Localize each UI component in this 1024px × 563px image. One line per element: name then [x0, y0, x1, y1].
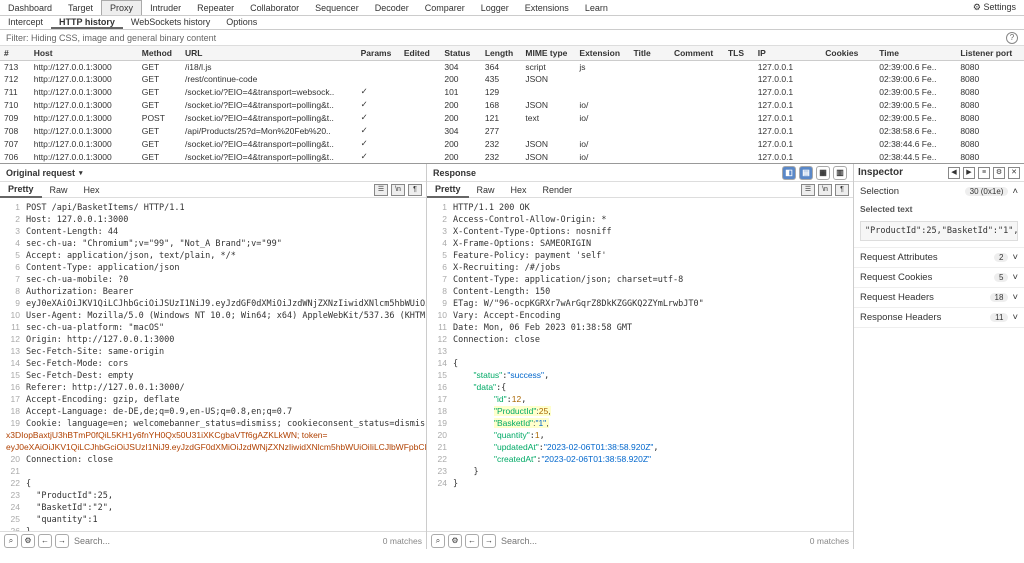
sub-tab-http-history[interactable]: HTTP history: [51, 16, 123, 29]
col-status[interactable]: Status: [440, 46, 481, 61]
col-[interactable]: #: [0, 46, 30, 61]
response-search-input[interactable]: [499, 534, 807, 548]
col-ip[interactable]: IP: [754, 46, 822, 61]
chevron-down-icon[interactable]: ▾: [79, 169, 83, 177]
col-edited[interactable]: Edited: [400, 46, 441, 61]
top-tab-proxy[interactable]: Proxy: [101, 0, 142, 15]
info-icon[interactable]: ?: [1006, 32, 1018, 44]
response-editor[interactable]: 1HTTP/1.1 200 OK 2Access-Control-Allow-O…: [427, 198, 853, 531]
request-title: Original request: [6, 168, 75, 178]
gear-icon[interactable]: ⚙: [993, 167, 1005, 179]
table-row[interactable]: 706http://127.0.0.1:3000GET/socket.io/?E…: [0, 150, 1024, 163]
col-mimetype[interactable]: MIME type: [521, 46, 575, 61]
table-row[interactable]: 711http://127.0.0.1:3000GET/socket.io/?E…: [0, 85, 1024, 98]
collapse-right-icon[interactable]: ▶: [963, 167, 975, 179]
col-method[interactable]: Method: [138, 46, 181, 61]
col-time[interactable]: Time: [875, 46, 956, 61]
view-mode-b[interactable]: \n: [391, 184, 405, 196]
inspector-section[interactable]: Request Headers18˅: [854, 288, 1024, 307]
sub-tabs: InterceptHTTP historyWebSockets historyO…: [0, 16, 1024, 30]
top-tab-comparer[interactable]: Comparer: [417, 1, 473, 15]
panel-tab-render[interactable]: Render: [535, 183, 581, 197]
inspector-selection[interactable]: Selection 30 (0x1e) ˄: [854, 182, 1024, 201]
col-comment[interactable]: Comment: [670, 46, 724, 61]
request-matches: 0 matches: [383, 536, 422, 546]
col-params[interactable]: Params: [357, 46, 400, 61]
top-tab-target[interactable]: Target: [60, 1, 101, 15]
search-icon[interactable]: ⌕: [4, 534, 18, 548]
top-tab-collaborator[interactable]: Collaborator: [242, 1, 307, 15]
selected-text-label: Selected text: [854, 201, 1024, 217]
col-url[interactable]: URL: [181, 46, 357, 61]
prev-icon[interactable]: ←: [465, 534, 479, 548]
panel-tab-raw[interactable]: Raw: [469, 183, 503, 197]
collapse-left-icon[interactable]: ◀: [948, 167, 960, 179]
next-icon[interactable]: →: [55, 534, 69, 548]
view-mode-a[interactable]: ☰: [374, 184, 388, 196]
sub-tab-options[interactable]: Options: [218, 16, 265, 29]
response-title: Response: [433, 168, 476, 178]
response-panel: Response ◧ ▤ ▦ ▥ PrettyRawHexRender ☰ \n…: [427, 164, 854, 549]
panel-tab-hex[interactable]: Hex: [503, 183, 535, 197]
settings-button[interactable]: ⚙ Settings: [965, 0, 1024, 15]
panel-tab-pretty[interactable]: Pretty: [427, 182, 469, 198]
table-row[interactable]: 710http://127.0.0.1:3000GET/socket.io/?E…: [0, 98, 1024, 111]
close-icon[interactable]: ✕: [1008, 167, 1020, 179]
top-tab-intruder[interactable]: Intruder: [142, 1, 189, 15]
panel-tab-pretty[interactable]: Pretty: [0, 182, 42, 198]
view-mode-b[interactable]: \n: [818, 184, 832, 196]
top-tab-repeater[interactable]: Repeater: [189, 1, 242, 15]
layout-tab-icon[interactable]: ▦: [816, 166, 830, 180]
col-extension[interactable]: Extension: [575, 46, 629, 61]
table-row[interactable]: 709http://127.0.0.1:3000POST/socket.io/?…: [0, 111, 1024, 124]
layout-stack-icon[interactable]: ▤: [799, 166, 813, 180]
chevron-up-icon: ˄: [1012, 186, 1018, 197]
request-editor[interactable]: 1POST /api/BasketItems/ HTTP/1.1 2Host: …: [0, 198, 426, 531]
panel-tab-raw[interactable]: Raw: [42, 183, 76, 197]
sub-tab-websockets-history[interactable]: WebSockets history: [123, 16, 218, 29]
col-listenerport[interactable]: Listener port: [956, 46, 1024, 61]
layout-side-icon[interactable]: ◧: [782, 166, 796, 180]
table-row[interactable]: 712http://127.0.0.1:3000GET/rest/continu…: [0, 73, 1024, 85]
col-tls[interactable]: TLS: [724, 46, 754, 61]
top-tab-dashboard[interactable]: Dashboard: [0, 1, 60, 15]
col-title[interactable]: Title: [629, 46, 670, 61]
inspector-section[interactable]: Response Headers11˅: [854, 308, 1024, 327]
next-icon[interactable]: →: [482, 534, 496, 548]
top-tab-learn[interactable]: Learn: [577, 1, 616, 15]
inspector-section[interactable]: Request Cookies5˅: [854, 268, 1024, 287]
inspector-section[interactable]: Request Attributes2˅: [854, 248, 1024, 267]
sub-tab-intercept[interactable]: Intercept: [0, 16, 51, 29]
top-tab-decoder[interactable]: Decoder: [367, 1, 417, 15]
request-search-input[interactable]: [72, 534, 380, 548]
top-tab-logger[interactable]: Logger: [473, 1, 517, 15]
filter-text: Filter: Hiding CSS, image and general bi…: [6, 33, 216, 43]
http-history-table: #HostMethodURLParamsEditedStatusLengthMI…: [0, 46, 1024, 164]
filter-bar[interactable]: Filter: Hiding CSS, image and general bi…: [0, 30, 1024, 46]
actions-icon[interactable]: ¶: [835, 184, 849, 196]
settings-icon[interactable]: ⚙: [448, 534, 462, 548]
inspector-panel: Inspector ◀ ▶ ≡ ⚙ ✕ Selection 30 (0x1e) …: [854, 164, 1024, 549]
request-panel: Original request ▾ PrettyRawHex ☰ \n ¶ 1…: [0, 164, 427, 549]
search-icon[interactable]: ⌕: [431, 534, 445, 548]
actions-icon[interactable]: ¶: [408, 184, 422, 196]
table-row[interactable]: 707http://127.0.0.1:3000GET/socket.io/?E…: [0, 137, 1024, 150]
col-cookies[interactable]: Cookies: [821, 46, 875, 61]
settings-icon[interactable]: ⚙: [21, 534, 35, 548]
prev-icon[interactable]: ←: [38, 534, 52, 548]
table-row[interactable]: 713http://127.0.0.1:3000GET/i18/l.js3043…: [0, 61, 1024, 74]
col-host[interactable]: Host: [30, 46, 138, 61]
selected-text-value: "ProductId":25,"BasketId":"1",: [860, 221, 1018, 241]
top-tab-extensions[interactable]: Extensions: [517, 1, 577, 15]
col-length[interactable]: Length: [481, 46, 522, 61]
layout-grid-icon[interactable]: ▥: [833, 166, 847, 180]
panel-tab-hex[interactable]: Hex: [76, 183, 108, 197]
inspector-title: Inspector: [858, 167, 945, 178]
table-row[interactable]: 708http://127.0.0.1:3000GET/api/Products…: [0, 124, 1024, 137]
filter-icon[interactable]: ≡: [978, 167, 990, 179]
response-matches: 0 matches: [810, 536, 849, 546]
top-tab-sequencer[interactable]: Sequencer: [307, 1, 367, 15]
top-tabs: DashboardTargetProxyIntruderRepeaterColl…: [0, 0, 1024, 16]
view-mode-a[interactable]: ☰: [801, 184, 815, 196]
